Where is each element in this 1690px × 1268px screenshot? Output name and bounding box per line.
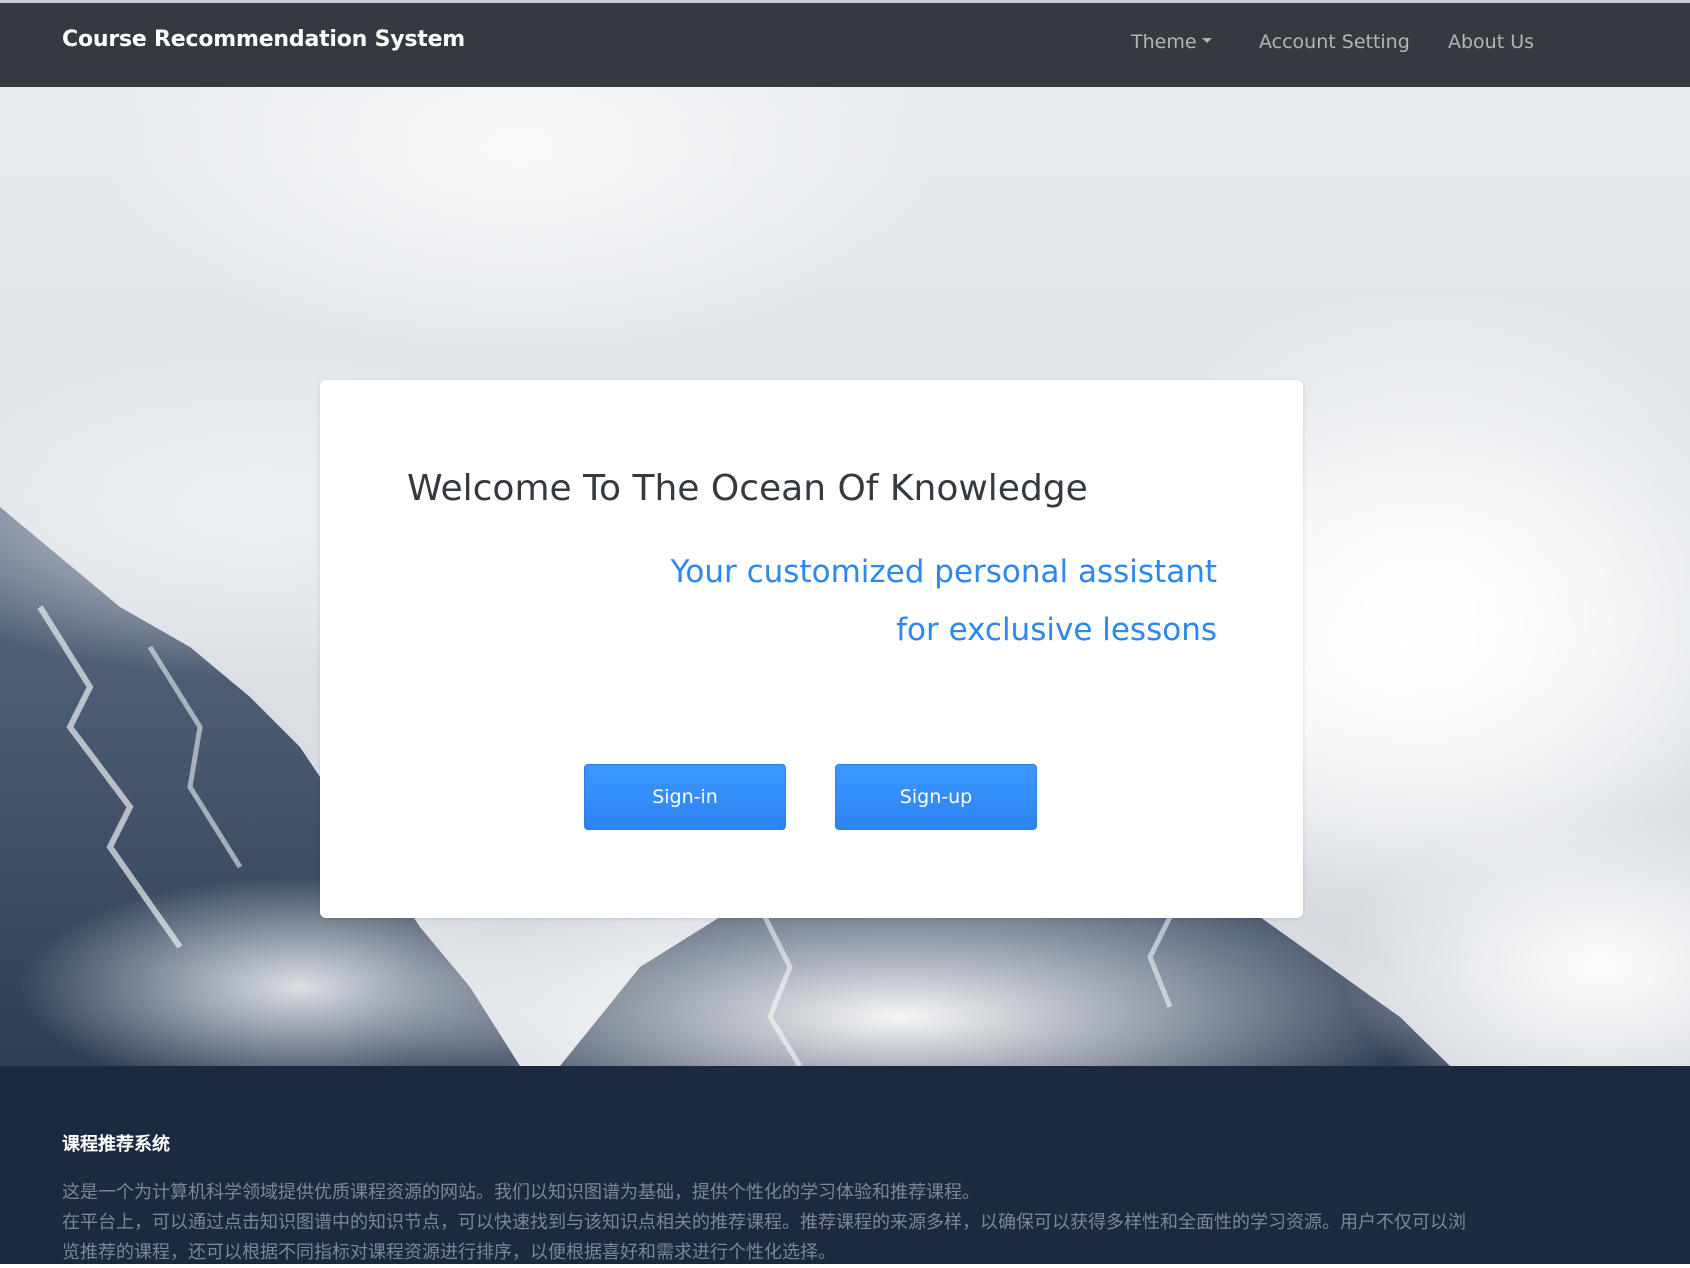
footer-line-2: 在平台上，可以通过点击知识图谱中的知识节点，可以快速找到与该知识点相关的推荐课程… (62, 1212, 1466, 1263)
welcome-subtitle: Your customized personal assistant for e… (670, 554, 1217, 648)
welcome-card: Welcome To The Ocean Of Knowledge Your c… (320, 380, 1303, 918)
sign-in-button[interactable]: Sign-in (584, 764, 786, 830)
about-us-link[interactable]: About Us (1448, 31, 1534, 53)
navbar: Course Recommendation System Theme Accou… (0, 3, 1690, 87)
brand-title[interactable]: Course Recommendation System (62, 27, 465, 52)
account-setting-link[interactable]: Account Setting (1259, 31, 1410, 53)
footer-title: 课程推荐系统 (62, 1134, 170, 1155)
theme-label: Theme (1131, 31, 1197, 53)
welcome-title: Welcome To The Ocean Of Knowledge (407, 468, 1088, 509)
sign-up-button[interactable]: Sign-up (835, 764, 1037, 830)
caret-down-icon (1201, 38, 1212, 43)
footer-description: 这是一个为计算机科学领域提供优质课程资源的网站。我们以知识图谱为基础，提供个性化… (62, 1178, 1482, 1268)
footer: 课程推荐系统 这是一个为计算机科学领域提供优质课程资源的网站。我们以知识图谱为基… (0, 1066, 1690, 1264)
theme-dropdown[interactable]: Theme (1131, 31, 1212, 53)
footer-line-1: 这是一个为计算机科学领域提供优质课程资源的网站。我们以知识图谱为基础，提供个性化… (62, 1182, 980, 1203)
hero-background: Welcome To The Ocean Of Knowledge Your c… (0, 87, 1690, 1066)
